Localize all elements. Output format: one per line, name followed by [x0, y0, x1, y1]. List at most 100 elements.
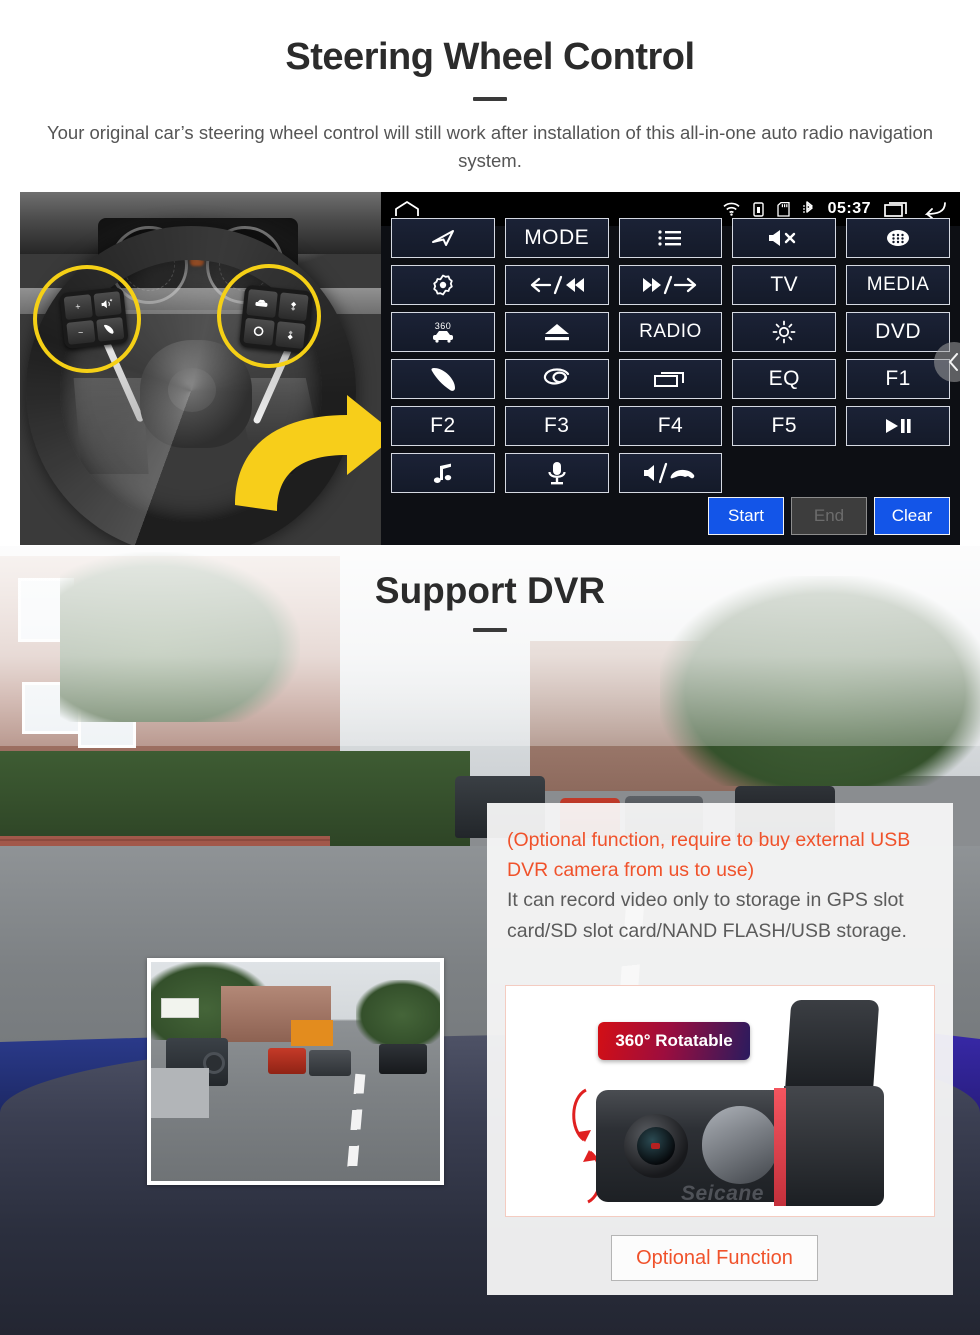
list-icon [658, 230, 682, 246]
preview-grey-car [309, 1050, 351, 1076]
page-title: Steering Wheel Control [285, 36, 695, 78]
hu-button-window[interactable] [618, 359, 723, 399]
hu-button-f3[interactable]: F3 [504, 406, 609, 446]
hu-button-label: EQ [768, 367, 800, 390]
dvr-camera-brand: Seicane [681, 1182, 764, 1205]
brightness-icon [772, 320, 796, 344]
status-clock: 05:37 [827, 200, 871, 217]
dvr-camera-stage: 360° Rotatable Seicane [506, 986, 934, 1216]
sd-card-icon [776, 201, 790, 217]
hu-button-f2[interactable]: F2 [391, 406, 495, 446]
action-button-row: Start End Clear [708, 497, 950, 535]
status-icons: 05:37 [722, 200, 947, 218]
optional-function-button[interactable]: Optional Function [611, 1235, 818, 1281]
prev-track-icon [530, 275, 584, 295]
preview-dark-car [379, 1044, 427, 1074]
hu-button-dvd[interactable]: DVD [846, 312, 950, 352]
hu-button-tv[interactable]: TV [732, 265, 837, 305]
dvr-camera-lens-reflection [651, 1143, 660, 1149]
hu-button-blank-2 [846, 453, 950, 493]
support-dvr-section: Support DVR (Optional function, require … [0, 546, 980, 1335]
eject-icon [544, 324, 569, 341]
hu-button-prev[interactable] [504, 265, 609, 305]
preview-street-sign [161, 998, 199, 1018]
hu-button-360-camera[interactable]: 360 [391, 312, 495, 352]
preview-red-car [268, 1048, 306, 1074]
clear-button[interactable]: Clear [874, 497, 950, 535]
dvr-info-card: (Optional function, require to buy exter… [487, 803, 953, 1295]
dvr-camera-mount [784, 1086, 884, 1206]
hu-button-list[interactable] [618, 218, 723, 258]
hu-button-mute[interactable] [732, 218, 837, 258]
hu-button-eject[interactable] [504, 312, 609, 352]
play-pause-icon [886, 419, 911, 433]
hu-button-setting[interactable] [391, 265, 495, 305]
dvr-video-preview [147, 958, 444, 1185]
steering-wheel-control-section: Steering Wheel Control Your original car… [0, 0, 980, 546]
hu-button-eq[interactable]: EQ [732, 359, 837, 399]
hu-button-label: RADIO [639, 321, 702, 342]
hu-button-label: F4 [657, 414, 684, 437]
music-note-icon [433, 463, 452, 483]
hu-button-label: F2 [430, 414, 456, 437]
wifi-icon [722, 202, 740, 216]
dvr-title-block: Support DVR [0, 570, 980, 632]
dvr-camera-glass-panel [702, 1106, 778, 1184]
hu-button-label: F3 [543, 414, 570, 437]
hu-button-radio[interactable]: RADIO [618, 312, 723, 352]
preview-trees-right [356, 980, 440, 1044]
hu-button-label: TV [770, 273, 799, 296]
home-icon[interactable] [394, 200, 420, 218]
dvr-camera-red-band [774, 1088, 786, 1206]
hu-button-play-pause[interactable] [846, 406, 950, 446]
dvr-camera-mount-tab [784, 1000, 880, 1096]
hu-button-f4[interactable]: F4 [618, 406, 723, 446]
hu-button-f5[interactable]: F5 [732, 406, 837, 446]
hu-button-label: F5 [771, 414, 798, 437]
window-icon [654, 372, 685, 387]
hu-button-next[interactable] [618, 265, 723, 305]
hu-button-label: DVD [875, 320, 922, 343]
bluetooth-icon [802, 201, 813, 213]
hu-button-apps[interactable] [846, 218, 950, 258]
preview-kerb [151, 1068, 209, 1118]
hu-button-media[interactable]: MEDIA [846, 265, 950, 305]
steering-wheel-key-grid: MODE TV MEDIA 360 RADIO DVD EQ F1 F2 F3 … [381, 218, 960, 493]
steering-wheel-photo-band: + − 05:37 MODE TV MEDIA 360 RADIO DVD EQ… [20, 192, 960, 545]
hu-button-brightness[interactable] [732, 312, 837, 352]
battery-lock-icon [752, 201, 764, 217]
microphone-icon [548, 462, 566, 485]
steering-wheel-photo: + − [20, 192, 381, 545]
highlight-circle-right-controls [217, 264, 321, 368]
recents-icon[interactable] [884, 200, 910, 218]
dvr-note-optional: (Optional function, require to buy exter… [507, 829, 911, 882]
360-car-icon: 360 [432, 321, 453, 343]
chevron-left-icon [948, 353, 958, 371]
hu-button-volume-hangup[interactable] [618, 453, 723, 493]
gear-dot-icon [433, 274, 453, 296]
hu-button-microphone[interactable] [504, 453, 609, 493]
dvr-camera-image-frame: 360° Rotatable Seicane [505, 985, 935, 1217]
head-unit-screen: 05:37 MODE TV MEDIA 360 RADIO DVD EQ F1 … [381, 192, 960, 545]
mute-icon [769, 230, 796, 246]
next-track-icon [643, 275, 697, 295]
hu-button-label: MODE [524, 226, 590, 249]
start-button[interactable]: Start [708, 497, 784, 535]
hu-button-blank-1 [732, 453, 836, 493]
hu-button-swirl[interactable] [504, 359, 609, 399]
rotatable-badge: 360° Rotatable [598, 1022, 750, 1060]
highlight-circle-left-controls [33, 265, 141, 373]
hu-button-phone[interactable] [391, 359, 495, 399]
svg-text:360: 360 [435, 321, 452, 331]
dvr-title-divider [473, 628, 507, 632]
hu-button-nav[interactable] [391, 218, 495, 258]
back-icon[interactable] [923, 200, 947, 218]
volume-hangup-icon [644, 462, 695, 484]
phone-icon [431, 368, 455, 391]
section-description: Your original car’s steering wheel contr… [46, 122, 934, 171]
hu-button-music[interactable] [391, 453, 495, 493]
hu-button-label: F1 [885, 367, 911, 390]
hu-button-mode[interactable]: MODE [504, 218, 609, 258]
dvr-note-storage: It can record video only to storage in G… [507, 889, 907, 942]
navigation-arrow-icon [431, 230, 454, 246]
